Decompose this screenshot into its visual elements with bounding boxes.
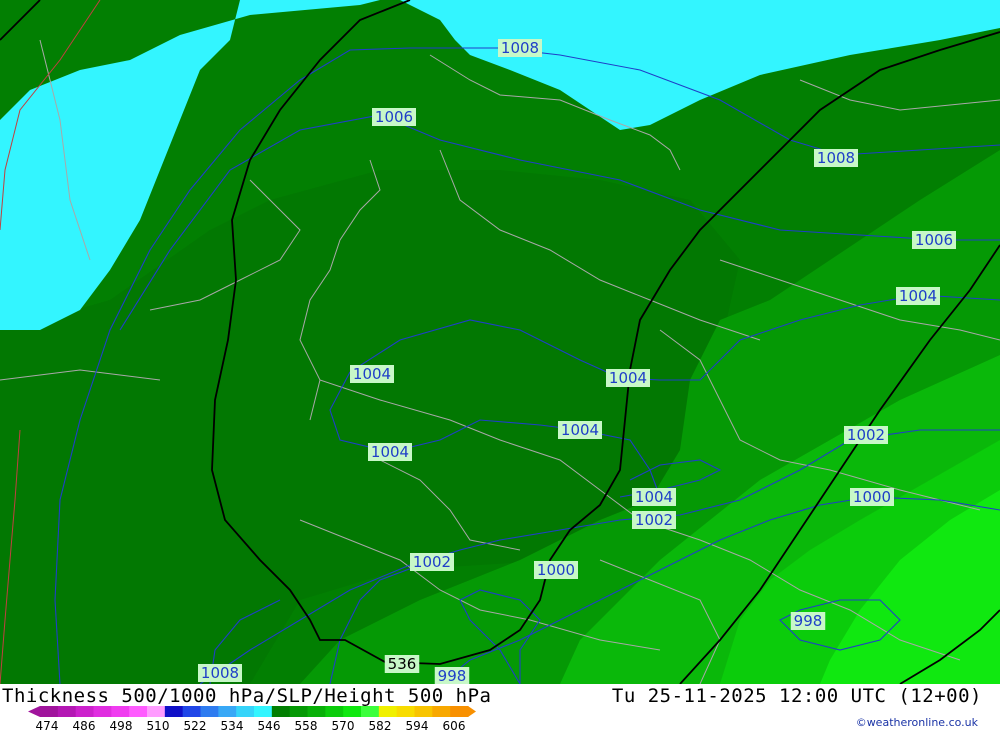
isobar-label: 998 bbox=[794, 612, 823, 630]
scale-swatch bbox=[147, 706, 166, 717]
isobar-label: 998 bbox=[438, 667, 467, 684]
scale-swatch bbox=[93, 706, 112, 717]
color-scale: 474 486 498 510 522 534 546 558 570 582 594 606 bbox=[28, 706, 476, 733]
map-footer: Thickness 500/1000 hPa/SLP/Height 500 hP… bbox=[0, 684, 1000, 733]
scale-label: 474 bbox=[36, 719, 59, 733]
scale-swatch bbox=[343, 706, 362, 717]
scale-label: 558 bbox=[295, 719, 318, 733]
scale-swatch bbox=[450, 706, 469, 717]
scale-swatch bbox=[432, 706, 451, 717]
scale-label: 594 bbox=[406, 719, 429, 733]
scale-label: 498 bbox=[110, 719, 133, 733]
thickness-label: 536 bbox=[388, 655, 417, 673]
scale-swatch bbox=[182, 706, 201, 717]
scale-swatch bbox=[271, 706, 291, 717]
scale-label: 486 bbox=[73, 719, 96, 733]
isobar-label: 1004 bbox=[371, 443, 409, 461]
scale-swatch bbox=[396, 706, 415, 717]
scale-label: 606 bbox=[443, 719, 466, 733]
isobar-label: 1004 bbox=[353, 365, 391, 383]
isobar-label: 1006 bbox=[375, 108, 413, 126]
isobar-label: 1004 bbox=[609, 369, 647, 387]
scale-swatch bbox=[218, 706, 237, 717]
isobar-label: 1008 bbox=[817, 149, 855, 167]
map-datetime: Tu 25-11-2025 12:00 UTC (12+00) bbox=[611, 685, 982, 707]
scale-swatch bbox=[378, 706, 398, 717]
weather-map: 1008 1006 1008 1006 1004 1004 1004 1004 1004 1004… bbox=[0, 0, 1000, 684]
scale-swatch bbox=[414, 706, 433, 717]
scale-label: 546 bbox=[258, 719, 281, 733]
credit-link[interactable]: ©weatheronline.co.uk bbox=[856, 716, 978, 729]
isobar-label: 1004 bbox=[561, 421, 599, 439]
isobar-label: 1004 bbox=[635, 488, 673, 506]
scale-swatch bbox=[129, 706, 148, 717]
isobar-label: 1004 bbox=[899, 287, 937, 305]
scale-swatch bbox=[361, 706, 380, 717]
scale-swatch bbox=[325, 706, 344, 717]
scale-label: 510 bbox=[147, 719, 170, 733]
scale-swatch bbox=[57, 706, 77, 717]
isobar-label: 1000 bbox=[853, 488, 891, 506]
scale-swatch bbox=[164, 706, 184, 717]
isobar-label: 1002 bbox=[413, 553, 451, 571]
isobar-label: 1008 bbox=[201, 664, 239, 682]
isobar-label: 1006 bbox=[915, 231, 953, 249]
scale-swatch bbox=[289, 706, 308, 717]
scale-swatch bbox=[40, 706, 59, 717]
scale-swatch bbox=[307, 706, 326, 717]
isobar-label: 1008 bbox=[501, 39, 539, 57]
scale-label: 522 bbox=[184, 719, 207, 733]
scale-swatch bbox=[236, 706, 255, 717]
scale-swatch bbox=[254, 706, 273, 717]
scale-swatch bbox=[111, 706, 130, 717]
scale-label: 534 bbox=[221, 719, 244, 733]
scale-swatch bbox=[200, 706, 219, 717]
isobar-label: 1000 bbox=[537, 561, 575, 579]
scale-label: 582 bbox=[369, 719, 392, 733]
scale-label: 570 bbox=[332, 719, 355, 733]
isobar-label: 1002 bbox=[847, 426, 885, 444]
thickness-labels: 536 bbox=[384, 655, 420, 673]
isobar-label: 1002 bbox=[635, 511, 673, 529]
scale-swatch bbox=[75, 706, 94, 717]
scale-arrow-left bbox=[28, 706, 40, 717]
scale-arrow-right bbox=[468, 706, 476, 717]
